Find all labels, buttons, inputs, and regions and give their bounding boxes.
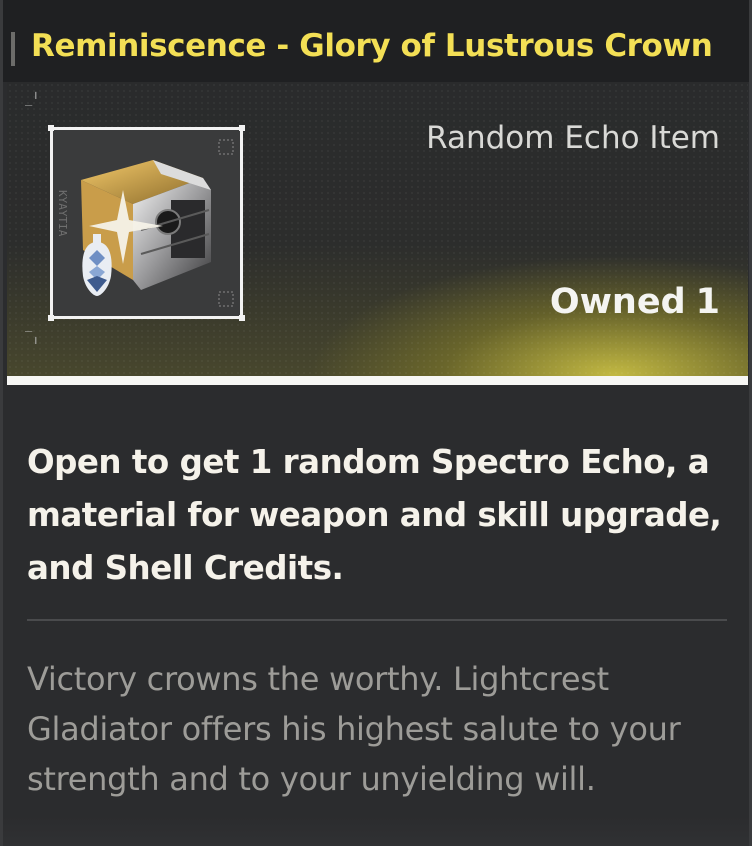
corner-mark-top-left: _╵ — [25, 92, 40, 106]
side-glyph-text: KYAYTIA — [56, 190, 69, 237]
echo-chest-icon: KYAYTIA — [56, 139, 234, 307]
owned-count: Owned 1 — [550, 282, 720, 322]
item-hero-banner: _╵ ‾╷ KYAYTIA Random Echo Item Owned 1 — [7, 82, 748, 376]
item-lore-text: Victory crowns the worthy. Lightcrest Gl… — [27, 660, 681, 798]
owned-label: Owned — [549, 282, 686, 322]
title-accent-bar — [11, 32, 15, 66]
frame-corner-dot — [48, 315, 54, 321]
corner-mark-bottom-left: ‾╷ — [25, 330, 40, 344]
title-bar: Reminiscence - Glory of Lustrous Crown — [3, 0, 749, 82]
frame-corner-dot — [239, 315, 245, 321]
owned-value: 1 — [695, 282, 720, 322]
item-icon-frame[interactable]: KYAYTIA — [48, 125, 245, 321]
item-type-label: Random Echo Item — [426, 120, 720, 156]
bottom-fade — [3, 816, 749, 846]
frame-corner-dot — [239, 125, 245, 131]
item-title: Reminiscence - Glory of Lustrous Crown — [31, 28, 713, 64]
frame-corner-dot — [48, 125, 54, 131]
hero-divider-line — [7, 376, 748, 385]
item-description: Open to get 1 random Spectro Echo, a mat… — [27, 443, 722, 587]
section-divider — [27, 619, 727, 621]
item-detail-panel: Reminiscence - Glory of Lustrous Crown _… — [0, 0, 752, 846]
